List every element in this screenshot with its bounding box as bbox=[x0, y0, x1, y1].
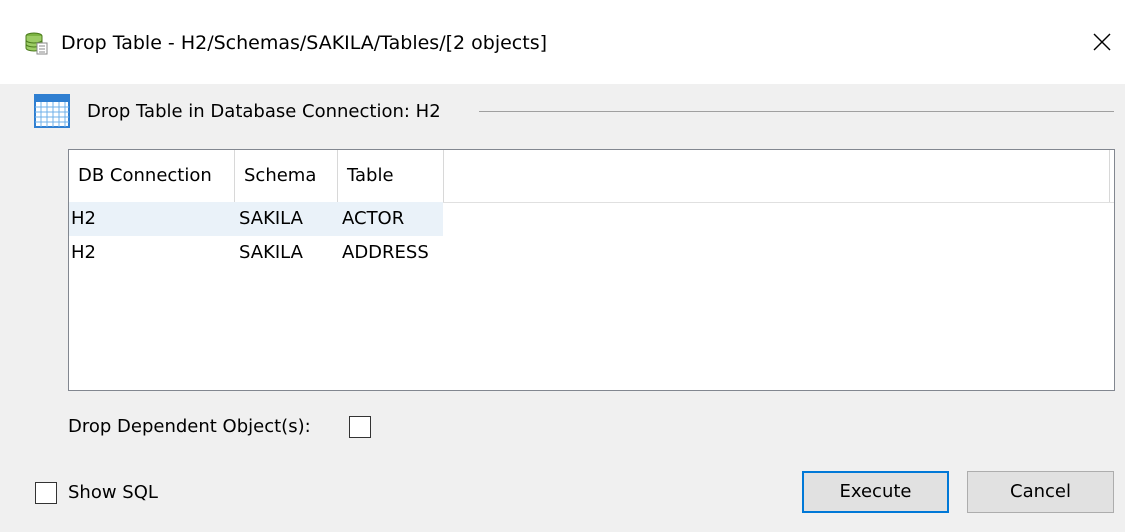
table-row[interactable]: H2 SAKILA ADDRESS bbox=[69, 236, 1114, 270]
table-grid-icon bbox=[34, 94, 70, 128]
column-header-table[interactable]: Table bbox=[338, 150, 444, 202]
table-header: DB Connection Schema Table bbox=[69, 150, 1114, 203]
cell-db-connection: H2 bbox=[71, 242, 96, 263]
cell-db-connection: H2 bbox=[71, 208, 96, 229]
drop-dependent-label: Drop Dependent Object(s): bbox=[68, 416, 311, 437]
close-icon bbox=[1093, 33, 1111, 51]
database-icon bbox=[25, 32, 48, 55]
drop-dependent-checkbox[interactable] bbox=[349, 416, 371, 438]
title-bar: Drop Table - H2/Schemas/SAKILA/Tables/[2… bbox=[0, 0, 1125, 84]
table-row[interactable]: H2 SAKILA ACTOR bbox=[69, 202, 1114, 236]
execute-button[interactable]: Execute bbox=[802, 471, 949, 513]
cancel-button[interactable]: Cancel bbox=[967, 471, 1114, 513]
cell-table: ACTOR bbox=[342, 208, 405, 229]
close-button[interactable] bbox=[1080, 22, 1124, 62]
group-divider bbox=[479, 111, 1114, 112]
window-title: Drop Table - H2/Schemas/SAKILA/Tables/[2… bbox=[61, 32, 548, 54]
column-header-db-connection[interactable]: DB Connection bbox=[69, 150, 235, 202]
show-sql-label[interactable]: Show SQL bbox=[68, 480, 158, 506]
group-header: Drop Table in Database Connection: H2 bbox=[34, 93, 1114, 129]
group-label: Drop Table in Database Connection: H2 bbox=[87, 101, 441, 122]
show-sql-checkbox[interactable] bbox=[35, 482, 57, 504]
cell-table: ADDRESS bbox=[342, 242, 429, 263]
column-header-filler bbox=[444, 150, 1110, 202]
column-header-schema[interactable]: Schema bbox=[235, 150, 338, 202]
objects-table[interactable]: DB Connection Schema Table H2 SAKILA ACT… bbox=[68, 149, 1115, 391]
cell-schema: SAKILA bbox=[239, 208, 303, 229]
cell-schema: SAKILA bbox=[239, 242, 303, 263]
